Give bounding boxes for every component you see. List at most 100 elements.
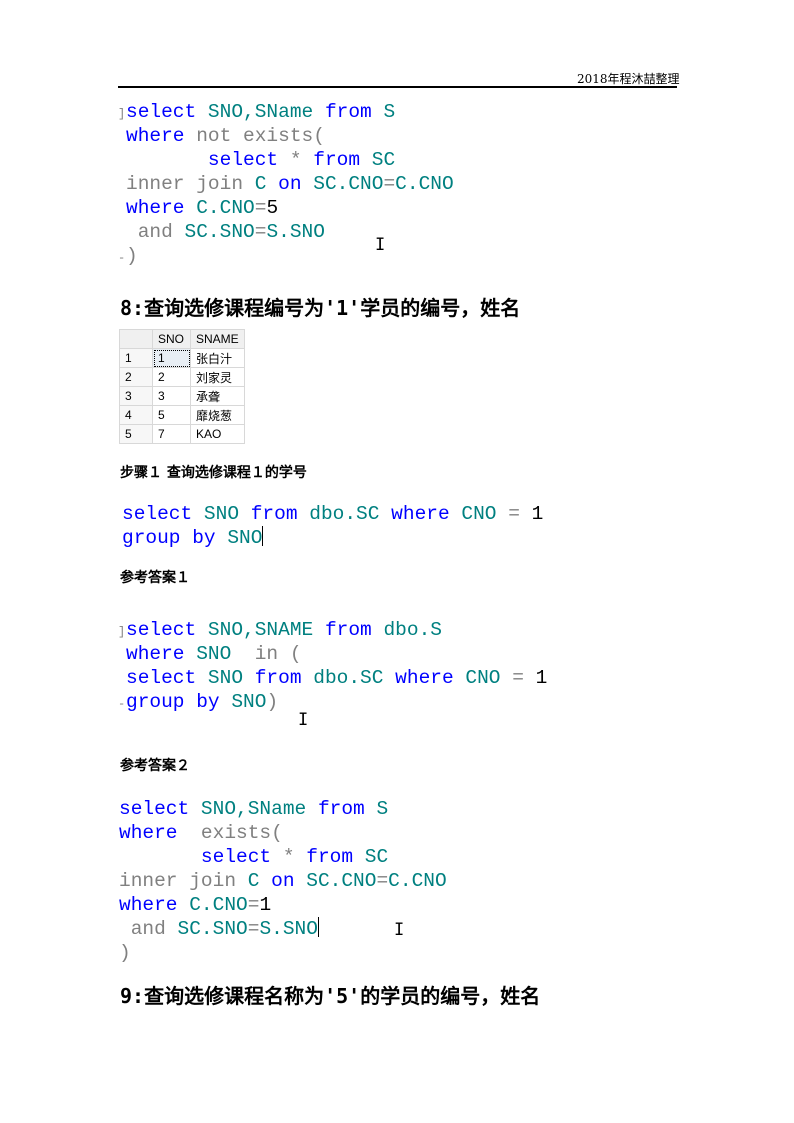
code-line[interactable]: inner join C on SC.CNO=C.CNO xyxy=(118,172,454,196)
code-token: = xyxy=(254,221,267,243)
table-row[interactable]: 4 5 靡烧葱 xyxy=(119,405,245,425)
code-line[interactable]: group by SNO xyxy=(122,526,543,550)
code-token: = xyxy=(247,894,260,916)
code-token: ) xyxy=(126,245,138,267)
code-token: * xyxy=(271,846,307,868)
code-token: SC.CNO xyxy=(294,870,377,892)
code-token: inner join xyxy=(126,173,255,195)
code-line[interactable]: where C.CNO=1 xyxy=(119,893,447,917)
code-line[interactable]: and SC.SNO=S.SNO xyxy=(118,220,454,244)
sno-cell[interactable]: 2 xyxy=(152,367,191,387)
code-token: SNO,SName xyxy=(196,101,325,123)
text-caret xyxy=(317,917,319,937)
sname-column-header[interactable]: SNAME xyxy=(190,329,245,349)
question-9-heading: 9:查询选修课程名称为'5'的学员的编号，姓名 xyxy=(120,984,541,1008)
code-token: CNO xyxy=(449,503,509,525)
sql-code-block-1[interactable]: ]select SNO,SName from S where not exist… xyxy=(118,100,454,268)
code-token: C.CNO xyxy=(177,894,248,916)
row-number-header xyxy=(119,329,153,349)
outline-gutter xyxy=(118,174,126,198)
outline-gutter xyxy=(118,222,126,246)
table-row[interactable]: 1 1 张白汁 xyxy=(119,348,245,368)
table-row[interactable]: 5 7 KAO xyxy=(119,424,245,444)
sno-cell[interactable]: 1 xyxy=(152,348,191,368)
sname-cell[interactable]: 张白汁 xyxy=(190,348,245,368)
code-line[interactable]: inner join C on SC.CNO=C.CNO xyxy=(119,869,447,893)
code-token: SC.SNO xyxy=(184,221,255,243)
code-line[interactable]: where not exists( xyxy=(118,124,454,148)
outline-collapse-icon[interactable]: ] xyxy=(118,102,126,126)
sno-cell[interactable]: 3 xyxy=(152,386,191,406)
code-line[interactable]: select SNO from dbo.SC where CNO = 1 xyxy=(122,502,543,526)
code-token: SNO xyxy=(184,643,255,665)
outline-end-icon: - xyxy=(118,697,126,711)
code-token: SNO xyxy=(192,503,251,525)
code-line[interactable]: -) xyxy=(118,244,454,268)
code-token: and xyxy=(126,221,185,243)
code-token: where xyxy=(126,197,185,219)
code-line[interactable]: select * from SC xyxy=(119,845,447,869)
code-token: from xyxy=(250,503,298,525)
code-token: on xyxy=(271,870,295,892)
code-token: C.CNO xyxy=(395,173,454,195)
table-row[interactable]: 3 3 承聋 xyxy=(119,386,245,406)
code-token: group by xyxy=(122,527,216,549)
code-token: = xyxy=(383,173,396,195)
code-token: from xyxy=(313,149,361,171)
code-token: 5 xyxy=(266,197,279,219)
code-line[interactable]: ]select SNO,SNAME from dbo.S xyxy=(118,618,547,642)
code-token: S xyxy=(371,101,396,123)
code-token: on xyxy=(278,173,302,195)
sno-column-header[interactable]: SNO xyxy=(152,329,191,349)
code-token: select xyxy=(126,667,197,689)
sname-cell[interactable]: 靡烧葱 xyxy=(190,405,245,425)
row-number: 1 xyxy=(119,348,153,368)
row-number: 2 xyxy=(119,367,153,387)
code-line[interactable]: ]select SNO,SName from S xyxy=(118,100,454,124)
text-caret xyxy=(262,526,264,546)
code-line[interactable]: where C.CNO=5 xyxy=(118,196,454,220)
sname-cell[interactable]: 承聋 xyxy=(190,386,245,406)
row-number: 4 xyxy=(119,405,153,425)
code-token: S xyxy=(364,798,389,820)
outline-end-icon: - xyxy=(118,251,126,265)
code-token: select xyxy=(126,619,197,641)
sname-cell[interactable]: 刘家灵 xyxy=(190,367,245,387)
page-header: 2018年程沐喆整理 xyxy=(577,72,680,86)
code-line[interactable]: select * from SC xyxy=(118,148,454,172)
code-token: from xyxy=(324,101,372,123)
code-token: C xyxy=(254,173,279,195)
row-number: 5 xyxy=(119,424,153,444)
code-token: select xyxy=(200,846,272,868)
outline-gutter xyxy=(118,150,126,174)
outline-collapse-icon[interactable]: ] xyxy=(118,620,126,644)
code-line[interactable]: ) xyxy=(119,941,447,965)
code-token: = xyxy=(376,870,389,892)
code-line[interactable]: -group by SNO) xyxy=(118,690,547,714)
code-line[interactable]: select SNO from dbo.SC where CNO = 1 xyxy=(118,666,547,690)
code-token: ) xyxy=(266,691,279,713)
sql-code-block-2[interactable]: select SNO from dbo.SC where CNO = 1 grou… xyxy=(122,502,543,550)
code-token: = xyxy=(247,918,260,940)
sql-code-block-3[interactable]: ]select SNO,SNAME from dbo.S where SNO i… xyxy=(118,618,547,714)
code-token: select xyxy=(119,798,190,820)
table-row[interactable]: 2 2 刘家灵 xyxy=(119,367,245,387)
code-token: select xyxy=(122,503,193,525)
code-token: C xyxy=(247,870,272,892)
code-line[interactable]: where SNO in ( xyxy=(118,642,547,666)
code-token: = xyxy=(508,503,532,525)
code-token: 1 xyxy=(531,503,544,525)
code-token: where xyxy=(391,503,450,525)
sno-cell[interactable]: 5 xyxy=(152,405,191,425)
code-line[interactable]: where exists( xyxy=(119,821,447,845)
code-token: where xyxy=(119,894,178,916)
result-grid[interactable]: SNO SNAME 1 1 张白汁 2 2 刘家灵 3 3 承聋 4 5 靡烧葱… xyxy=(119,329,245,444)
sno-cell[interactable]: 7 xyxy=(152,424,191,444)
code-token: select xyxy=(207,149,279,171)
code-token: = xyxy=(254,197,267,219)
code-line[interactable]: select SNO,SName from S xyxy=(119,797,447,821)
code-token: SC xyxy=(353,846,389,868)
sname-cell[interactable]: KAO xyxy=(190,424,245,444)
